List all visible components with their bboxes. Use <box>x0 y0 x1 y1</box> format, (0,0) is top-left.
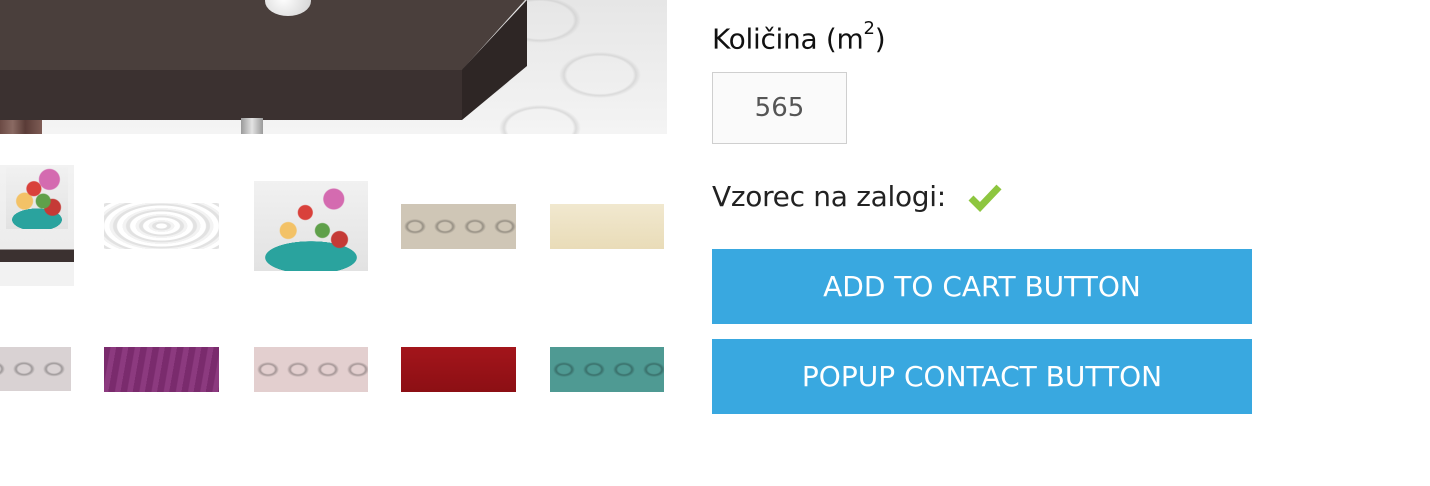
quantity-input[interactable] <box>712 72 847 144</box>
popup-contact-button[interactable]: POPUP CONTACT BUTTON <box>712 339 1252 414</box>
stock-label: Vzorec na zalogi: <box>712 180 946 213</box>
thumbnail-rose-ring-tile[interactable] <box>254 347 368 392</box>
thumbnail-beige-ring-tile[interactable] <box>401 204 516 249</box>
thumbnail-fruit-decor-interior[interactable] <box>0 165 74 286</box>
shelf-front-detail <box>0 70 462 120</box>
thumbnail-purple-wave-tile[interactable] <box>104 347 219 392</box>
quantity-unit-superscript: 2 <box>863 18 875 39</box>
thumbnail-grey-ring-tile[interactable] <box>0 347 71 391</box>
thumbnail-fruit-decor-tile[interactable] <box>254 181 368 271</box>
thumbnail-teal-ring-tile[interactable] <box>550 347 664 392</box>
add-to-cart-button[interactable]: ADD TO CART BUTTON <box>712 249 1252 324</box>
thumbnail-red-tile[interactable] <box>401 347 516 392</box>
shelf-detail <box>0 0 525 70</box>
thumbnail-cream-tile[interactable] <box>550 204 664 249</box>
product-main-image[interactable] <box>0 0 667 134</box>
shelf-leg-detail <box>241 118 263 134</box>
quantity-label: Količina (m2) <box>712 18 886 56</box>
thumbnail-white-wave-tile[interactable] <box>104 203 219 249</box>
check-icon <box>968 184 1002 212</box>
sample-stock-status: Vzorec na zalogi: <box>712 180 1002 213</box>
